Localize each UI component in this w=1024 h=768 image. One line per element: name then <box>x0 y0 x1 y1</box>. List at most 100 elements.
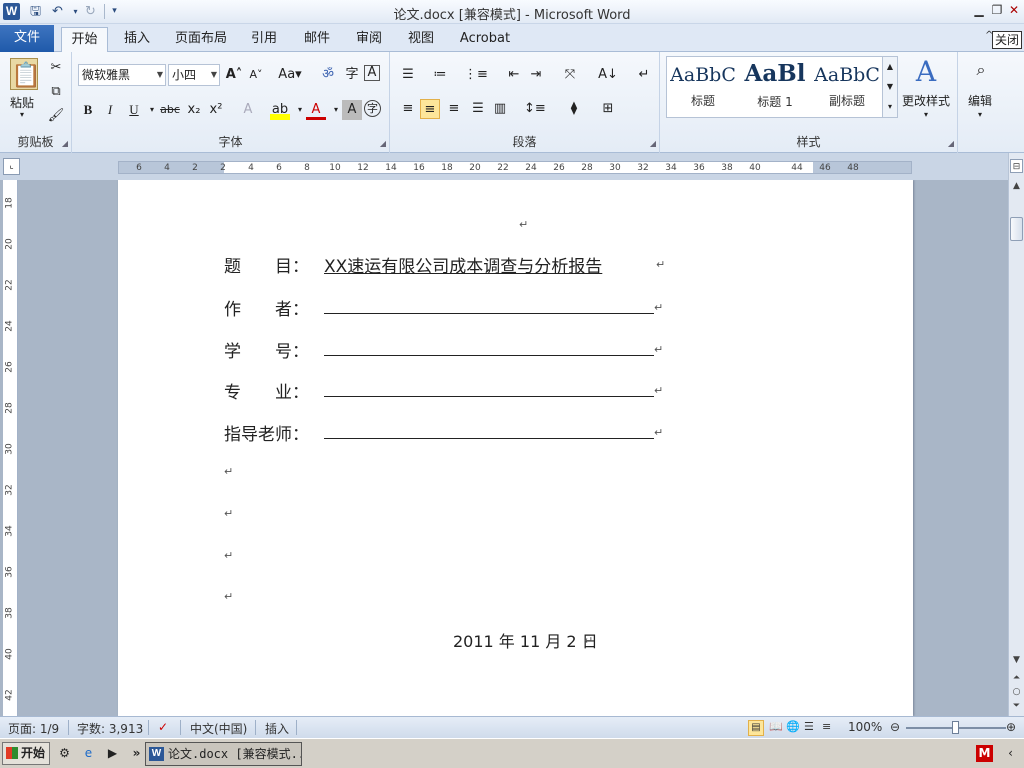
styles-scroll[interactable]: ▲ ▼ ▾ <box>882 56 898 118</box>
zoom-level[interactable]: 100% <box>848 720 882 734</box>
vertical-scrollbar[interactable]: ⊟ ▲ ▼ ⏶ ○ ⏷ <box>1008 153 1024 716</box>
insert-mode[interactable]: 插入 <box>265 720 289 737</box>
view-ruler-icon[interactable]: ⊟ <box>1010 159 1023 173</box>
character-shading-icon[interactable]: A <box>342 100 362 120</box>
tab-acrobat[interactable]: Acrobat <box>454 27 516 52</box>
chinese-layout-icon[interactable]: ⤧ <box>560 65 580 85</box>
clear-format-icon[interactable]: ॐ <box>318 65 338 85</box>
italic-icon[interactable]: I <box>100 100 120 120</box>
scroll-up-icon[interactable]: ▲ <box>1010 179 1023 193</box>
minimize-icon[interactable]: ▁ <box>971 3 987 18</box>
start-button[interactable]: 开始 <box>2 742 50 765</box>
more-icon[interactable]: » <box>128 745 145 762</box>
increase-indent-icon[interactable]: ⇥ <box>526 65 546 85</box>
next-page-icon[interactable]: ⏷ <box>1010 699 1023 713</box>
paste-dropdown-icon[interactable]: ▾ <box>20 110 24 119</box>
previous-page-icon[interactable]: ⏶ <box>1010 671 1023 685</box>
font-family-combo[interactable]: 微软雅黑 ▼ <box>78 64 166 86</box>
multilevel-list-icon[interactable]: ⋮≡ <box>464 65 488 85</box>
numbering-icon[interactable]: ≔ <box>430 65 450 85</box>
zoom-out-icon[interactable]: ⊖ <box>890 720 900 734</box>
media-player-icon[interactable]: ▶ <box>104 745 121 762</box>
justify-icon[interactable]: ☰ <box>468 99 488 119</box>
tab-insert[interactable]: 插入 <box>114 27 160 52</box>
word-count[interactable]: 字数: 3,913 <box>77 720 143 737</box>
strikethrough-icon[interactable]: abc <box>160 100 180 120</box>
character-border-icon[interactable]: A <box>364 65 380 81</box>
field-line-major[interactable] <box>324 377 654 397</box>
restore-icon[interactable]: ❐ <box>989 3 1005 18</box>
style-heading-1[interactable]: AaBl 标题 1 <box>740 60 810 114</box>
text-effects-icon[interactable]: A <box>238 100 258 120</box>
close-window-icon[interactable]: ✕ <box>1006 3 1022 18</box>
font-size-combo[interactable]: 小四 ▼ <box>168 64 220 86</box>
align-left-icon[interactable]: ≡ <box>398 99 418 119</box>
decrease-indent-icon[interactable]: ⇤ <box>504 65 524 85</box>
shrink-font-icon[interactable]: A˅ <box>246 65 266 85</box>
clipboard-launcher-icon[interactable]: ◢ <box>62 139 68 148</box>
cut-icon[interactable]: ✂ <box>46 58 66 78</box>
font-launcher-icon[interactable]: ◢ <box>380 139 386 148</box>
field-line-advisor[interactable] <box>324 419 654 439</box>
tab-view[interactable]: 视图 <box>400 27 442 52</box>
vertical-ruler[interactable]: 18 20 22 24 26 28 30 32 34 36 38 40 42 <box>3 180 18 716</box>
sort-icon[interactable]: A↓ <box>598 65 618 85</box>
editing-label[interactable]: 编辑 <box>968 92 992 109</box>
borders-icon[interactable]: ⊞ <box>598 99 618 119</box>
bold-icon[interactable]: B <box>78 100 98 120</box>
scroll-down-icon[interactable]: ▼ <box>1010 653 1023 667</box>
internet-explorer-icon[interactable]: e <box>80 745 97 762</box>
tray-app-icon[interactable]: M <box>976 745 993 762</box>
ie-settings-icon[interactable]: ⚙ <box>56 745 73 762</box>
document-date[interactable]: 2011 年 11 月 2 日 <box>453 628 598 652</box>
highlight-icon[interactable]: ab <box>270 100 290 120</box>
page-count[interactable]: 页面: 1/9 <box>8 720 59 737</box>
underline-icon[interactable]: U <box>124 100 144 120</box>
style-subtitle[interactable]: AaBbC 副标题 <box>812 60 882 114</box>
change-styles-icon[interactable]: A <box>910 56 942 88</box>
tab-references[interactable]: 引用 <box>244 27 284 52</box>
tab-home[interactable]: 开始 <box>61 27 108 52</box>
phonetic-guide-icon[interactable]: 字 <box>342 65 362 85</box>
horizontal-ruler[interactable]: 6 4 2 2 4 6 8 10 12 14 16 18 20 22 24 26 28 30 32 34 36 38 40 4… <box>118 161 912 174</box>
distributed-icon[interactable]: ▥ <box>490 99 510 119</box>
browse-object-icon[interactable]: ○ <box>1010 685 1023 699</box>
paste-label[interactable]: 粘贴 <box>10 94 34 111</box>
paste-icon[interactable]: 📋 <box>10 58 41 90</box>
print-layout-icon[interactable]: ▤ <box>748 720 764 736</box>
document-page[interactable]: ↵ 题 目： XX速运有限公司成本调查与分析报告 ↵ 作 者： ↵ 学 号： ↵… <box>118 180 913 716</box>
field-line-author[interactable] <box>324 294 654 314</box>
language[interactable]: 中文(中国) <box>190 720 247 737</box>
styles-launcher-icon[interactable]: ◢ <box>948 139 954 148</box>
show-marks-icon[interactable]: ↵ <box>634 65 654 85</box>
style-title[interactable]: AaBbC 标题 <box>668 60 738 114</box>
change-styles-label[interactable]: 更改样式 <box>902 92 950 109</box>
subscript-icon[interactable]: x₂ <box>184 100 204 120</box>
taskbar-word-window[interactable]: W 论文.docx [兼容模式... <box>145 742 302 766</box>
bullets-icon[interactable]: ☰ <box>398 65 418 85</box>
tab-review[interactable]: 审阅 <box>348 27 390 52</box>
proofing-icon[interactable]: ✓ <box>158 720 168 734</box>
tray-expand-icon[interactable]: ‹ <box>1002 745 1019 762</box>
underline-dropdown-icon[interactable]: ▾ <box>142 100 162 120</box>
copy-icon[interactable]: ⧉ <box>46 82 66 102</box>
tab-page-layout[interactable]: 页面布局 <box>170 27 232 52</box>
zoom-slider-thumb[interactable] <box>952 721 959 734</box>
field-value-title[interactable]: XX速运有限公司成本调查与分析报告 <box>324 252 602 277</box>
shading-icon[interactable]: ⧫ <box>564 99 584 119</box>
font-color-icon[interactable]: A <box>306 100 326 120</box>
draft-icon[interactable]: ≡ <box>822 720 831 733</box>
tab-file[interactable]: 文件 <box>0 25 54 52</box>
grow-font-icon[interactable]: A˄ <box>224 65 244 85</box>
tab-mailings[interactable]: 邮件 <box>296 27 338 52</box>
reading-layout-icon[interactable]: 📖 <box>769 720 783 733</box>
format-painter-icon[interactable]: 🖌 <box>46 106 66 126</box>
enclose-characters-icon[interactable]: 字 <box>364 100 381 117</box>
web-layout-icon[interactable]: 🌐 <box>786 720 800 733</box>
field-line-student-id[interactable] <box>324 336 654 356</box>
tab-selector-icon[interactable]: ⌞ <box>3 158 20 175</box>
align-right-icon[interactable]: ≡ <box>444 99 464 119</box>
line-spacing-icon[interactable]: ↕≡ <box>524 99 546 119</box>
scroll-thumb[interactable] <box>1010 217 1023 241</box>
binoculars-icon[interactable]: ⌕ <box>970 60 992 82</box>
